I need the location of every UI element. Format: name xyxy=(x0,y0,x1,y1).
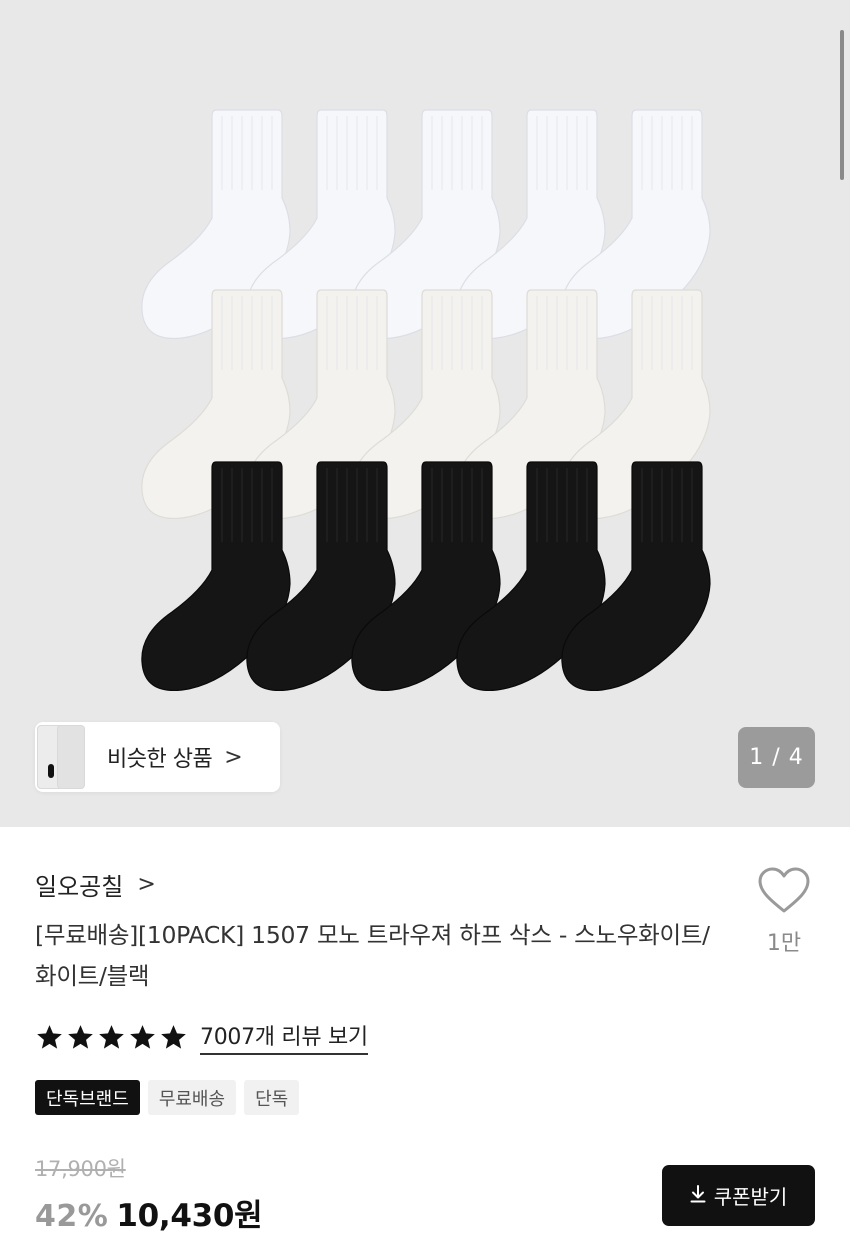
star-icon xyxy=(68,1024,93,1049)
original-price: 17,900원 xyxy=(35,1157,126,1181)
coupon-button-label: 쿠폰받기 xyxy=(713,1185,788,1209)
heart-icon xyxy=(758,867,810,913)
star-icon xyxy=(130,1024,155,1049)
star-icon xyxy=(99,1024,124,1049)
wishlist-count: 1만 xyxy=(766,931,802,956)
rating-row: 7007개 리뷰 보기 xyxy=(35,1019,368,1055)
chevron-right-icon: > xyxy=(137,872,156,897)
chevron-right-icon: > xyxy=(224,744,243,770)
product-info: 일오공칠 > [무료배송][10PACK] 1507 모노 트라우져 하프 삭스… xyxy=(0,827,850,1252)
product-image-gallery[interactable]: 비슷한 상품 > 1 / 4 xyxy=(0,0,850,827)
star-icon xyxy=(161,1024,186,1049)
tag-free-shipping: 무료배송 xyxy=(147,1080,237,1115)
image-counter: 1 / 4 xyxy=(738,727,815,788)
tag-exclusive: 단독 xyxy=(244,1080,300,1115)
coupon-button[interactable]: 쿠폰받기 xyxy=(662,1165,815,1226)
similar-thumbnail xyxy=(57,725,85,789)
product-image xyxy=(141,109,711,692)
star-icon xyxy=(37,1024,62,1049)
brand-link[interactable]: 일오공칠 > xyxy=(35,867,156,902)
download-icon xyxy=(690,1184,706,1208)
discount-rate: 42% xyxy=(35,1199,109,1234)
wishlist-button[interactable]: 1만 xyxy=(756,867,812,957)
tag-exclusive-brand: 단독브랜드 xyxy=(35,1080,140,1115)
product-title: [무료배송][10PACK] 1507 모노 트라우져 하프 삭스 - 스노우화… xyxy=(35,921,710,990)
similar-products-thumbnails xyxy=(35,722,95,792)
review-link[interactable]: 7007개 리뷰 보기 xyxy=(200,1019,368,1055)
similar-products-button[interactable]: 비슷한 상품 > xyxy=(35,722,280,792)
similar-products-label: 비슷한 상품 xyxy=(107,747,213,772)
final-price: 10,430원 xyxy=(116,1198,263,1234)
star-rating xyxy=(35,1023,190,1052)
product-tags: 단독브랜드 무료배송 단독 xyxy=(35,1080,307,1115)
price-row: 42% 10,430원 xyxy=(35,1190,263,1235)
brand-name: 일오공칠 xyxy=(35,873,124,901)
page-scrollbar[interactable] xyxy=(840,30,844,180)
